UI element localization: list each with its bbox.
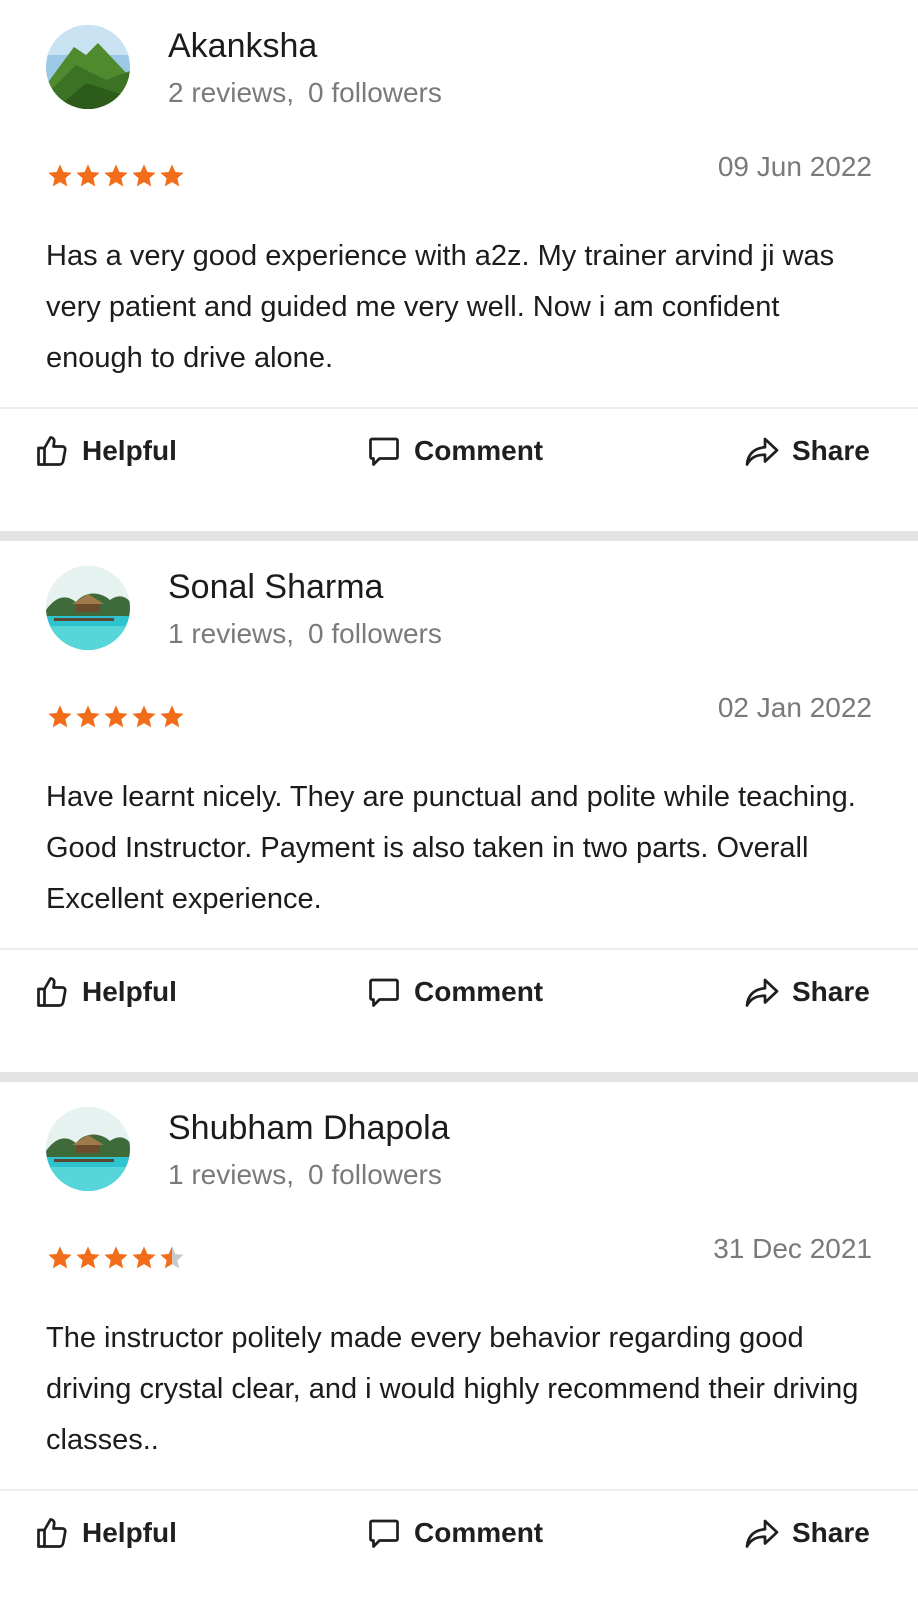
- star-rating: [46, 1240, 186, 1276]
- avatar[interactable]: [46, 25, 130, 109]
- review-actions: Helpful Comment Share: [0, 409, 918, 501]
- thumbs-up-icon: [34, 974, 70, 1010]
- review-text: Have learnt nicely. They are punctual an…: [46, 781, 856, 915]
- reviewer-stats: 1 reviews, 0 followers: [168, 1158, 442, 1192]
- reviewer-name[interactable]: Sonal Sharma: [168, 567, 383, 607]
- comment-label: Comment: [414, 435, 544, 466]
- star-filled-icon: [130, 158, 158, 194]
- review-card: Akanksha 2 reviews, 0 followers 09 Jun 20…: [0, 0, 918, 531]
- comment-button[interactable]: Comment: [366, 1511, 543, 1555]
- review-list: Akanksha 2 reviews, 0 followers 09 Jun 20…: [0, 0, 918, 1613]
- review-actions: Helpful Comment Share: [0, 950, 918, 1042]
- comment-label: Comment: [414, 976, 544, 1007]
- review-card: Shubham Dhapola 1 reviews, 0 followers 31…: [0, 1082, 918, 1613]
- share-label: Share: [792, 1517, 870, 1548]
- reviews-count: 1 reviews,: [168, 1159, 295, 1190]
- reviewer-stats: 2 reviews, 0 followers: [168, 76, 442, 110]
- comment-bubble-icon: [366, 1515, 402, 1551]
- helpful-button[interactable]: Helpful: [34, 429, 177, 473]
- thumbs-up-icon: [34, 433, 70, 469]
- star-filled-icon: [158, 158, 186, 194]
- review-text: Has a very good experience with a2z. My …: [46, 240, 835, 374]
- star-half-icon: [158, 1240, 186, 1276]
- comment-label: Comment: [414, 1517, 544, 1548]
- review-card: Sonal Sharma 1 reviews, 0 followers 02 Ja…: [0, 541, 918, 1072]
- star-filled-icon: [74, 1240, 102, 1276]
- helpful-label: Helpful: [82, 976, 177, 1007]
- star-filled-icon: [46, 699, 74, 735]
- avatar[interactable]: [46, 1107, 130, 1191]
- share-label: Share: [792, 435, 870, 466]
- followers-count: 0 followers: [308, 1159, 442, 1190]
- share-arrow-icon: [744, 1515, 780, 1551]
- review-separator: [0, 531, 918, 541]
- star-filled-icon: [130, 699, 158, 735]
- thumbs-up-icon: [34, 1515, 70, 1551]
- star-filled-icon: [46, 1240, 74, 1276]
- review-actions: Helpful Comment Share: [0, 1491, 918, 1583]
- reviewer-stats: 1 reviews, 0 followers: [168, 617, 442, 651]
- reviewer-name[interactable]: Shubham Dhapola: [168, 1108, 450, 1148]
- comment-bubble-icon: [366, 974, 402, 1010]
- review-date: 02 Jan 2022: [717, 692, 872, 723]
- followers-count: 0 followers: [308, 618, 442, 649]
- helpful-button[interactable]: Helpful: [34, 970, 177, 1014]
- review-date: 09 Jun 2022: [717, 151, 872, 182]
- share-arrow-icon: [744, 433, 780, 469]
- review-text: The instructor politely made every behav…: [46, 1322, 859, 1456]
- star-rating: [46, 158, 186, 194]
- review-separator: [0, 1072, 918, 1082]
- reviews-count: 1 reviews,: [168, 618, 295, 649]
- helpful-button[interactable]: Helpful: [34, 1511, 177, 1555]
- share-button[interactable]: Share: [744, 429, 870, 473]
- star-filled-icon: [130, 1240, 158, 1276]
- star-rating: [46, 699, 186, 735]
- share-arrow-icon: [744, 974, 780, 1010]
- review-date: 31 Dec 2021: [713, 1233, 872, 1264]
- reviewer-name[interactable]: Akanksha: [168, 26, 317, 66]
- star-filled-icon: [158, 699, 186, 735]
- comment-button[interactable]: Comment: [366, 429, 543, 473]
- avatar[interactable]: [46, 566, 130, 650]
- followers-count: 0 followers: [308, 77, 442, 108]
- comment-button[interactable]: Comment: [366, 970, 543, 1014]
- star-filled-icon: [102, 699, 130, 735]
- star-filled-icon: [74, 158, 102, 194]
- share-label: Share: [792, 976, 870, 1007]
- helpful-label: Helpful: [82, 1517, 177, 1548]
- share-button[interactable]: Share: [744, 1511, 870, 1555]
- share-button[interactable]: Share: [744, 970, 870, 1014]
- reviews-count: 2 reviews,: [168, 77, 295, 108]
- star-filled-icon: [46, 158, 74, 194]
- star-filled-icon: [102, 158, 130, 194]
- helpful-label: Helpful: [82, 435, 177, 466]
- star-filled-icon: [102, 1240, 130, 1276]
- star-filled-icon: [74, 699, 102, 735]
- comment-bubble-icon: [366, 433, 402, 469]
